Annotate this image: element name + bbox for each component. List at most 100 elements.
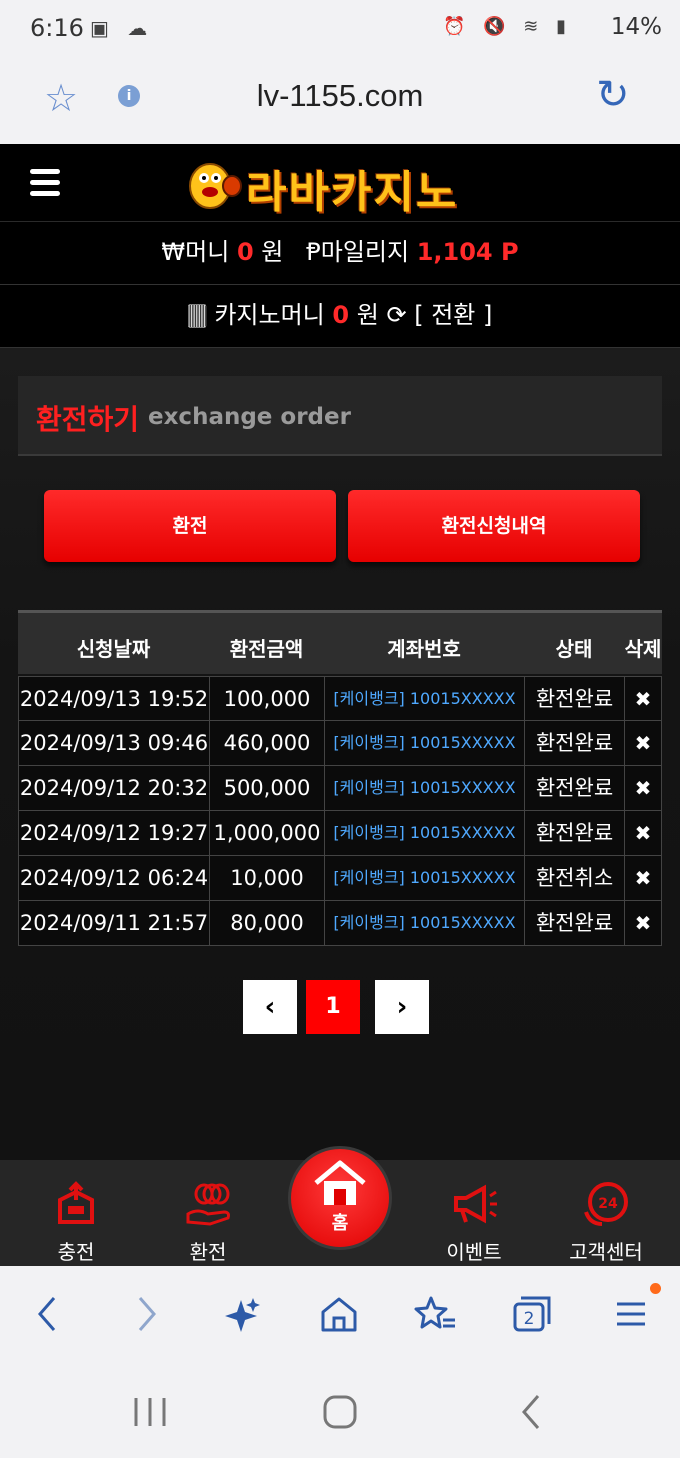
page-subtitle: exchange order xyxy=(148,404,351,430)
table-row: 2024/09/13 09:46 460,000 [케이뱅크] 10015XXX… xyxy=(18,721,662,766)
col-header-account: 계좌번호 xyxy=(387,637,461,661)
browser-address-bar: ☆ i lv-1155.com ↻ xyxy=(0,60,680,144)
tab-count: 2 xyxy=(524,1309,535,1329)
home-system-icon[interactable] xyxy=(320,1392,360,1432)
recent-apps-icon[interactable] xyxy=(130,1394,170,1430)
notification-badge-dot xyxy=(650,1283,661,1294)
tabs-icon[interactable]: 2 xyxy=(506,1294,556,1338)
cell-amount: 80,000 xyxy=(209,901,324,945)
cell-status: 환전완료 xyxy=(524,677,624,721)
table-row: 2024/09/12 19:27 1,000,000 [케이뱅크] 10015X… xyxy=(18,811,662,856)
delete-icon[interactable]: ✖ xyxy=(624,721,662,765)
refresh-icon[interactable]: ⟳ xyxy=(386,301,406,329)
forward-icon[interactable] xyxy=(122,1294,172,1338)
cell-status: 환전완료 xyxy=(524,766,624,810)
charge-box-icon xyxy=(58,1181,94,1224)
cell-status: 환전완료 xyxy=(524,901,624,945)
col-header-status: 상태 xyxy=(555,637,593,661)
url-field[interactable]: lv-1155.com xyxy=(0,78,680,114)
site-header: 라바카지노 xyxy=(0,144,680,222)
reload-icon[interactable]: ↻ xyxy=(596,72,630,118)
cell-account: [케이뱅크] 10015XXXXX xyxy=(324,721,524,765)
cell-account: [케이뱅크] 10015XXXXX xyxy=(324,856,524,900)
pagination-prev-button[interactable]: ‹ xyxy=(243,980,297,1034)
pagination-page-1[interactable]: 1 xyxy=(306,980,360,1034)
cell-account: [케이뱅크] 10015XXXXX xyxy=(324,677,524,721)
delete-icon[interactable]: ✖ xyxy=(624,811,662,855)
system-navigation-bar xyxy=(0,1366,680,1458)
browser-toolbar: 2 xyxy=(0,1266,680,1366)
nav-support[interactable]: 24 고객센터 xyxy=(546,1160,666,1266)
cell-date: 2024/09/13 09:46 xyxy=(18,721,209,765)
nav-charge-label: 충전 xyxy=(57,1240,95,1264)
status-time: 6:16 xyxy=(30,14,84,42)
cell-account: [케이뱅크] 10015XXXXX xyxy=(324,766,524,810)
cell-date: 2024/09/12 20:32 xyxy=(18,766,209,810)
delete-icon[interactable]: ✖ xyxy=(624,677,662,721)
delete-icon[interactable]: ✖ xyxy=(624,856,662,900)
cell-status: 환전취소 xyxy=(524,856,624,900)
nav-charge[interactable]: 충전 xyxy=(16,1160,136,1266)
cell-date: 2024/09/12 19:27 xyxy=(18,811,209,855)
casino-money-value: 0 xyxy=(332,301,350,329)
table-row: 2024/09/12 06:24 10,000 [케이뱅크] 10015XXXX… xyxy=(18,856,662,901)
exchange-button[interactable]: 환전 xyxy=(44,490,336,562)
col-header-delete: 삭제 xyxy=(624,637,662,661)
cell-date: 2024/09/11 21:57 xyxy=(18,901,209,945)
home-label: 홈 xyxy=(331,1213,349,1234)
money-value: 0 xyxy=(236,238,254,266)
cell-amount: 1,000,000 xyxy=(209,811,324,855)
money-label: ₩머니 xyxy=(161,238,230,266)
back-system-icon[interactable] xyxy=(514,1392,550,1432)
system-status-icons: ⏰ 🔇 ≋ ▮ xyxy=(443,16,572,37)
nav-exchange[interactable]: 환전 xyxy=(148,1160,268,1266)
table-row: 2024/09/11 21:57 80,000 [케이뱅크] 10015XXXX… xyxy=(18,901,662,946)
hamburger-menu-icon[interactable] xyxy=(30,169,60,197)
mileage-label: Ᵽ마일리지 xyxy=(306,238,410,266)
coins-hand-icon xyxy=(186,1183,230,1226)
mileage-value: 1,104 P xyxy=(416,238,519,266)
main-content: 환전하기 exchange order 환전 환전신청내역 신청날짜 환전금액 … xyxy=(0,348,680,1160)
table-row: 2024/09/12 20:32 500,000 [케이뱅크] 10015XXX… xyxy=(18,766,662,811)
browser-menu-icon[interactable] xyxy=(606,1294,656,1338)
nav-event[interactable]: 이벤트 xyxy=(414,1160,534,1266)
site-logo[interactable]: 라바카지노 xyxy=(180,152,500,218)
cell-status: 환전완료 xyxy=(524,721,624,765)
status-bar: 6:16 ▣ ☁ ⏰ 🔇 ≋ ▮ 14% xyxy=(0,0,680,60)
exchange-table: 2024/09/13 19:52 100,000 [케이뱅크] 10015XXX… xyxy=(18,676,662,946)
pagination-next-button[interactable]: › xyxy=(375,980,429,1034)
larva-mascot-icon xyxy=(189,163,242,209)
table-header: 신청날짜 환전금액 계좌번호 상태 삭제 xyxy=(18,610,662,674)
casino-money-bar: 🀫 카지노머니 0 원 ⟳ [ 전환 ] xyxy=(0,285,680,348)
cell-amount: 500,000 xyxy=(209,766,324,810)
support-24-icon: 24 xyxy=(584,1182,628,1226)
nav-support-label: 고객센터 xyxy=(569,1240,643,1264)
bookmarks-icon[interactable] xyxy=(410,1294,460,1338)
cell-amount: 100,000 xyxy=(209,677,324,721)
delete-icon[interactable]: ✖ xyxy=(624,901,662,945)
home-page-icon[interactable] xyxy=(314,1294,364,1338)
cell-status: 환전완료 xyxy=(524,811,624,855)
notification-icons: ▣ ☁ xyxy=(90,16,154,40)
page-title: 환전하기 xyxy=(36,403,140,436)
wallet-bar: ₩머니 0 원 Ᵽ마일리지 1,104 P xyxy=(0,222,680,285)
cell-amount: 10,000 xyxy=(209,856,324,900)
money-unit: 원 xyxy=(261,238,284,266)
table-row: 2024/09/13 19:52 100,000 [케이뱅크] 10015XXX… xyxy=(18,676,662,721)
sparkle-ai-icon[interactable] xyxy=(216,1294,266,1338)
cell-date: 2024/09/12 06:24 xyxy=(18,856,209,900)
convert-link[interactable]: [ 전환 ] xyxy=(414,301,492,329)
casino-money-unit: 원 xyxy=(356,301,379,329)
logo-text: 라바카지노 xyxy=(246,167,459,218)
megaphone-icon xyxy=(454,1184,497,1224)
battery-percent: 14% xyxy=(610,14,662,40)
delete-icon[interactable]: ✖ xyxy=(624,766,662,810)
exchange-history-button[interactable]: 환전신청내역 xyxy=(348,490,640,562)
home-icon xyxy=(314,1160,366,1205)
home-button[interactable]: 홈 xyxy=(288,1146,392,1250)
back-icon[interactable] xyxy=(22,1294,72,1338)
cell-account: [케이뱅크] 10015XXXXX xyxy=(324,811,524,855)
dice-icon: 🀫 xyxy=(187,301,207,329)
cell-date: 2024/09/13 19:52 xyxy=(18,677,209,721)
cell-amount: 460,000 xyxy=(209,721,324,765)
